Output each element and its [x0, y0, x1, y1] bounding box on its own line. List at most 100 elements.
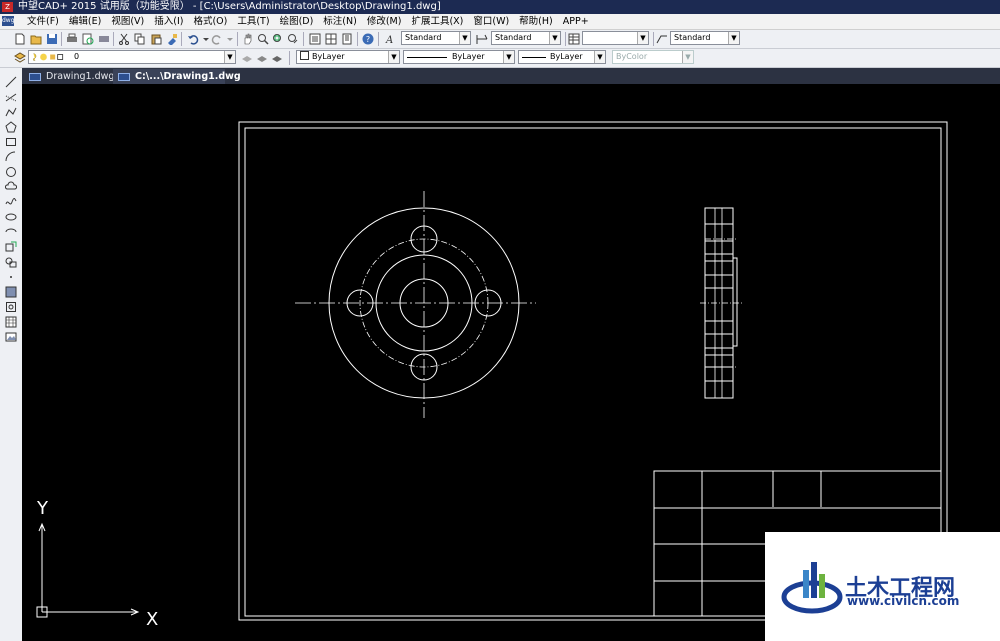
print-preview-icon[interactable] — [82, 33, 94, 45]
new-file-icon[interactable] — [14, 33, 26, 45]
zoom-window-icon[interactable] — [272, 33, 284, 45]
polygon-tool-icon[interactable] — [5, 121, 17, 133]
standard-toolbar: ? A Standard ▼ Standard ▼ ▼ Standard ▼ — [0, 30, 1000, 49]
hatch-tool-icon[interactable] — [5, 286, 17, 298]
menu-draw[interactable]: 绘图(D) — [275, 14, 319, 29]
ucs-icon — [36, 522, 140, 618]
help-icon[interactable]: ? — [362, 33, 374, 45]
chevron-down-icon: ▼ — [388, 51, 399, 63]
layer-manager-icon[interactable] — [14, 52, 26, 64]
publish-icon[interactable] — [98, 33, 110, 45]
redo-icon[interactable] — [211, 33, 223, 45]
zoom-previous-icon[interactable] — [287, 33, 299, 45]
redo-dropdown-icon[interactable] — [224, 33, 236, 45]
point-tool-icon[interactable] — [5, 271, 17, 283]
menu-modify[interactable]: 修改(M) — [362, 14, 407, 29]
color-select[interactable]: ByLayer ▼ — [296, 50, 400, 64]
tab-label: Drawing1.dwg — [46, 71, 115, 82]
save-icon[interactable] — [46, 33, 58, 45]
document-tabs: Drawing1.dwg C:\...\Drawing1.dwg — [22, 68, 1000, 84]
ellipse-tool-icon[interactable] — [5, 211, 17, 223]
design-center-icon[interactable] — [325, 33, 337, 45]
plotstyle-select: ByColor ▼ — [612, 50, 694, 64]
layer-isolate-icon[interactable] — [271, 52, 283, 64]
layer-select[interactable]: 0 ▼ — [28, 50, 236, 64]
side-hub — [732, 257, 738, 347]
dimension-style-select[interactable]: Standard ▼ — [491, 31, 561, 45]
chevron-down-icon: ▼ — [459, 32, 470, 44]
layer-value: 0 — [74, 52, 80, 61]
svg-text:A: A — [385, 35, 393, 45]
properties-icon[interactable] — [309, 33, 321, 45]
chevron-down-icon: ▼ — [594, 51, 605, 63]
print-icon[interactable] — [66, 33, 78, 45]
region-tool-icon[interactable] — [5, 301, 17, 313]
lineweight-value: ByLayer — [550, 52, 583, 61]
menu-tools[interactable]: 工具(T) — [232, 14, 274, 29]
image-tool-icon[interactable] — [5, 331, 17, 343]
color-swatch — [300, 51, 309, 60]
plotstyle-value: ByColor — [616, 52, 648, 61]
menu-file[interactable]: 文件(F) — [22, 14, 64, 29]
lineweight-select[interactable]: ByLayer ▼ — [518, 50, 606, 64]
line-tool-icon[interactable] — [5, 76, 17, 88]
text-style-icon[interactable]: A — [385, 33, 397, 45]
window-title: 中望CAD+ 2015 试用版（功能受限） - [C:\Users\Admini… — [18, 1, 441, 12]
construction-line-icon[interactable] — [5, 91, 17, 103]
chevron-down-icon: ▼ — [682, 51, 693, 63]
copy-icon[interactable] — [134, 33, 146, 45]
tab-drawing1-path[interactable]: C:\...\Drawing1.dwg — [113, 69, 241, 84]
table-style-icon[interactable] — [568, 33, 580, 45]
chevron-down-icon: ▼ — [728, 32, 739, 44]
document-icon[interactable]: dwg — [2, 16, 15, 26]
menu-extensions[interactable]: 扩展工具(X) — [406, 14, 468, 29]
menu-insert[interactable]: 插入(I) — [149, 14, 188, 29]
menu-edit[interactable]: 编辑(E) — [64, 14, 106, 29]
menu-dimension[interactable]: 标注(N) — [318, 14, 362, 29]
linetype-select[interactable]: ByLayer ▼ — [403, 50, 515, 64]
layer-current-icon[interactable] — [256, 52, 268, 64]
arc-tool-icon[interactable] — [5, 151, 17, 163]
zoom-realtime-icon[interactable] — [257, 33, 269, 45]
menu-format[interactable]: 格式(O) — [188, 14, 232, 29]
layer-previous-icon[interactable] — [241, 52, 253, 64]
multileader-style-icon[interactable] — [656, 33, 668, 45]
table-style-select[interactable]: ▼ — [582, 31, 649, 45]
menu-help[interactable]: 帮助(H) — [514, 14, 558, 29]
text-style-value: Standard — [405, 33, 442, 42]
draw-toolbar — [0, 68, 23, 641]
match-properties-icon[interactable] — [166, 33, 178, 45]
insert-block-icon[interactable] — [5, 241, 17, 253]
watermark-url: www.civilcn.com — [847, 594, 960, 608]
undo-icon[interactable] — [187, 33, 199, 45]
flange-side-view — [700, 207, 744, 399]
color-value: ByLayer — [312, 52, 345, 61]
make-block-icon[interactable] — [5, 256, 17, 268]
linetype-value: ByLayer — [452, 52, 485, 61]
spline-tool-icon[interactable] — [5, 196, 17, 208]
circle-tool-icon[interactable] — [5, 166, 17, 178]
dimension-style-value: Standard — [495, 33, 532, 42]
revision-cloud-icon[interactable] — [5, 181, 17, 193]
pan-icon[interactable] — [242, 33, 254, 45]
lineweight-preview — [522, 57, 546, 58]
multileader-style-select[interactable]: Standard ▼ — [670, 31, 740, 45]
open-folder-icon[interactable] — [30, 33, 42, 45]
dimension-style-icon[interactable] — [476, 33, 488, 45]
drawing-file-icon — [29, 73, 41, 81]
text-style-select[interactable]: Standard ▼ — [401, 31, 471, 45]
cut-icon[interactable] — [118, 33, 130, 45]
menu-view[interactable]: 视图(V) — [106, 14, 149, 29]
paste-icon[interactable] — [150, 33, 162, 45]
menu-app-plus[interactable]: APP+ — [558, 14, 594, 29]
tool-palette-icon[interactable] — [341, 33, 353, 45]
watermark: 土木工程网 www.civilcn.com — [765, 532, 1000, 641]
menu-window[interactable]: 窗口(W) — [468, 14, 514, 29]
tab-drawing1[interactable]: Drawing1.dwg — [24, 69, 114, 84]
app-logo-icon: Z — [2, 2, 13, 12]
ellipse-arc-tool-icon[interactable] — [5, 226, 17, 238]
polyline-tool-icon[interactable] — [5, 106, 17, 118]
linetype-preview — [407, 57, 447, 58]
rectangle-tool-icon[interactable] — [5, 136, 17, 148]
table-tool-icon[interactable] — [5, 316, 17, 328]
